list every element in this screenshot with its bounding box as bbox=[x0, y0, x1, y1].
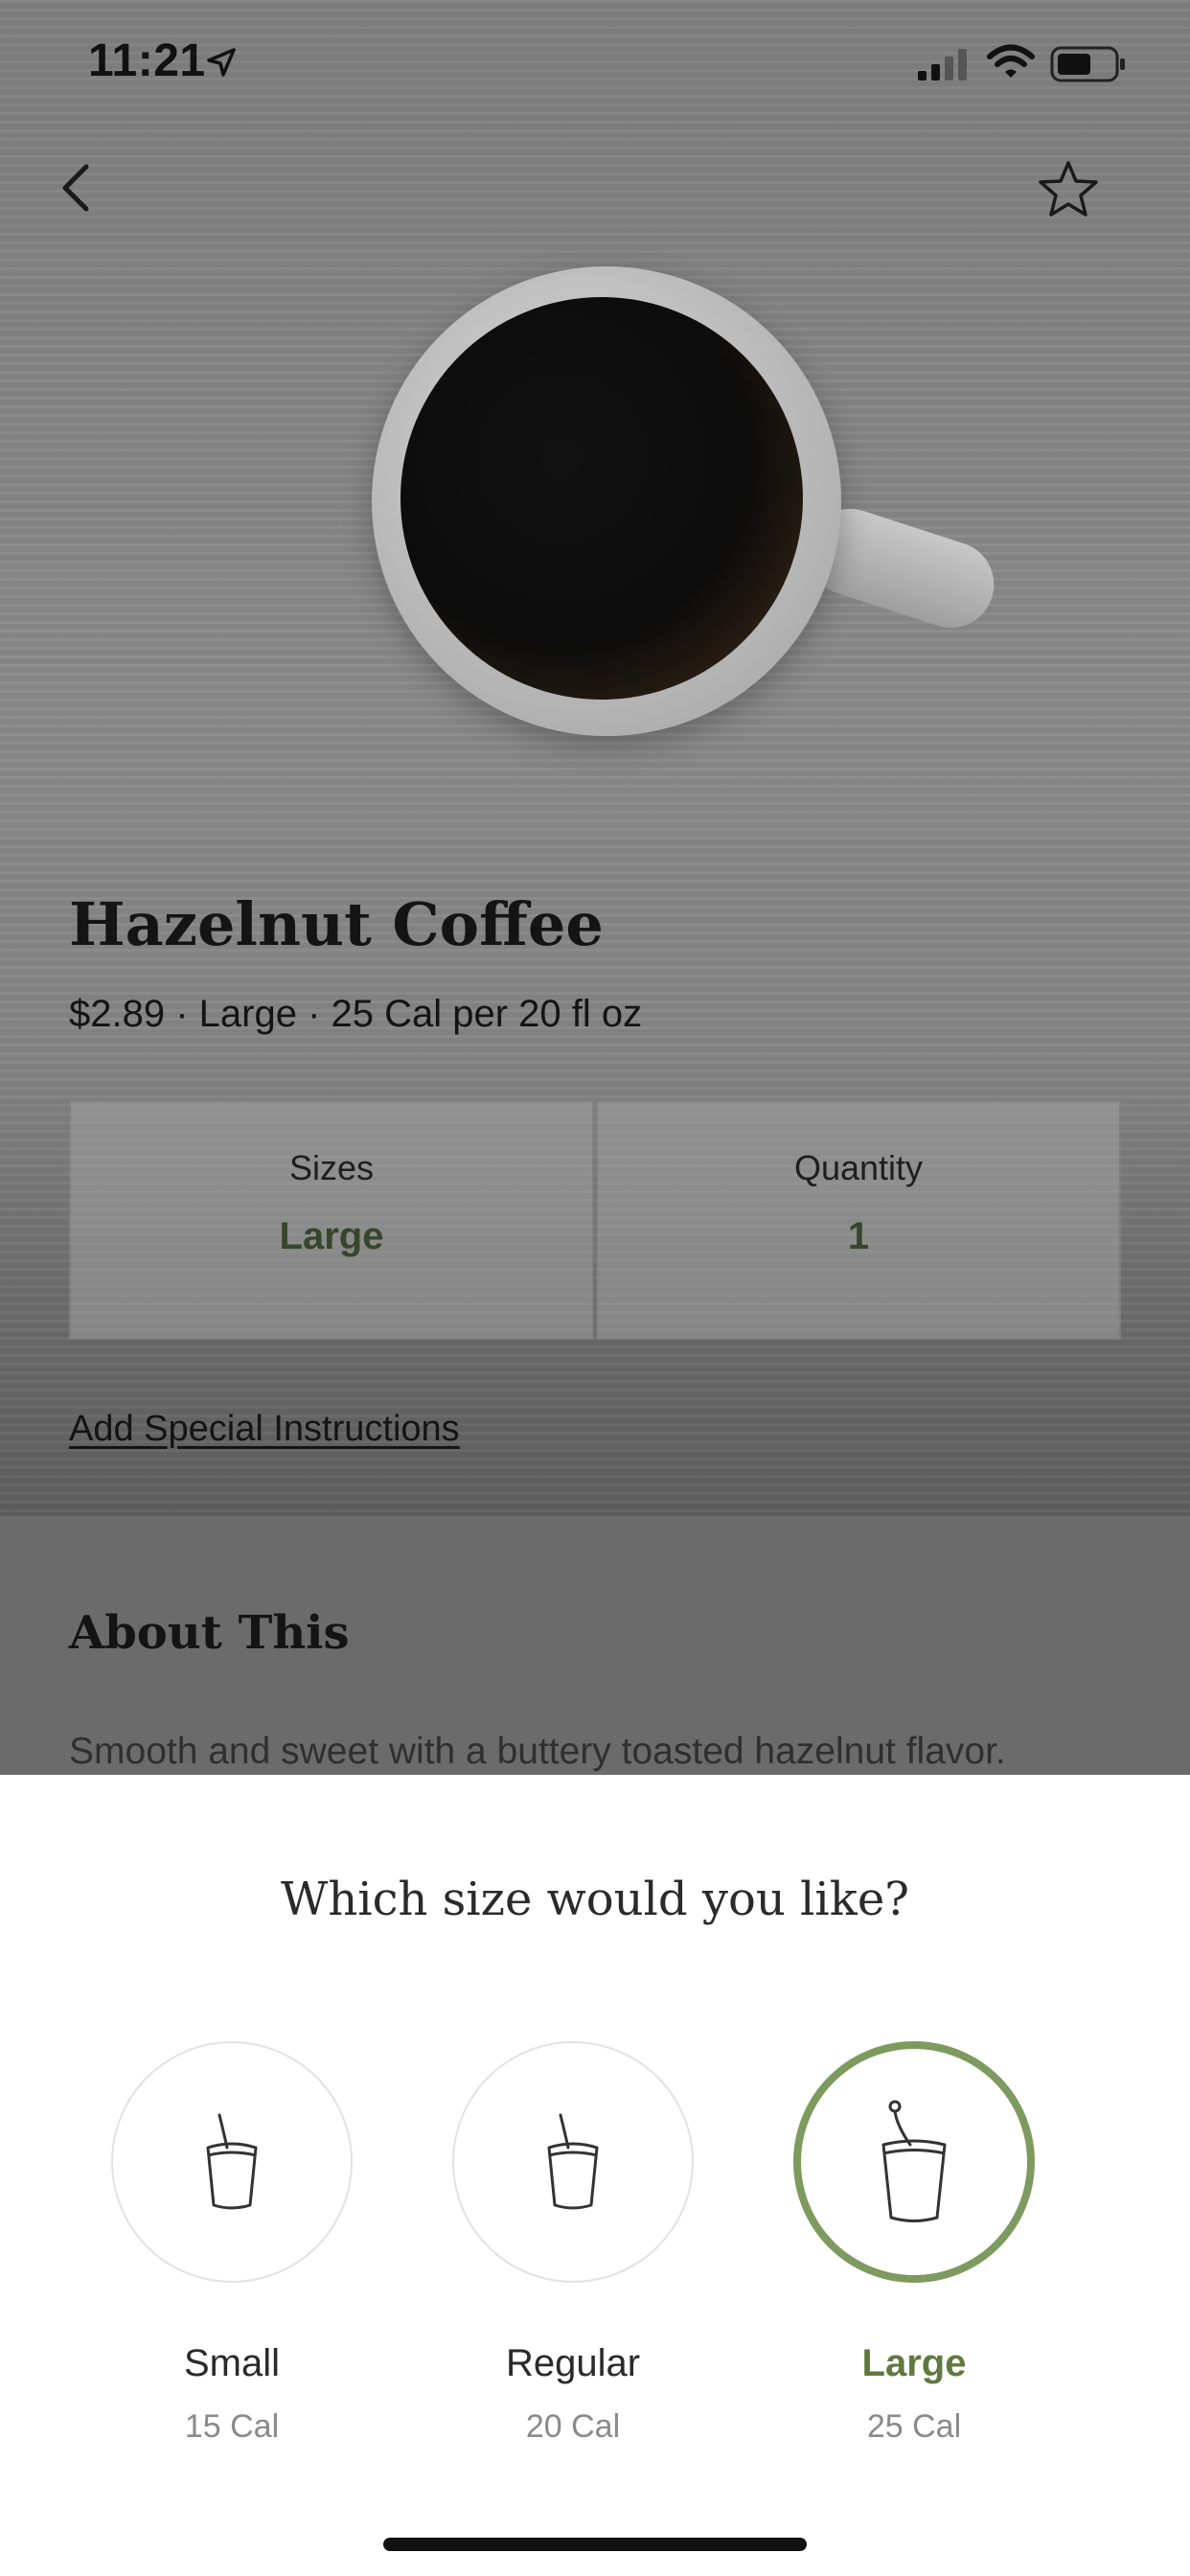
sizes-label: Sizes bbox=[288, 1148, 375, 1187]
size-circle-regular[interactable] bbox=[452, 2041, 694, 2283]
size-option-large[interactable]: Large 25 Cal bbox=[790, 2041, 1039, 2446]
sizes-selector[interactable]: Sizes Large bbox=[69, 1100, 594, 1340]
home-indicator bbox=[383, 2538, 807, 2551]
product-title: Hazelnut Coffee bbox=[69, 889, 604, 959]
battery-icon bbox=[1050, 46, 1125, 82]
about-description: Smooth and sweet with a buttery toasted … bbox=[69, 1731, 1006, 1772]
size-name-large: Large bbox=[861, 2342, 967, 2384]
size-name-small: Small bbox=[183, 2342, 281, 2384]
signal-icon bbox=[918, 49, 967, 80]
cup-icon bbox=[881, 2100, 947, 2222]
wifi-icon bbox=[987, 44, 1035, 78]
size-calories-small: 15 Cal bbox=[184, 2408, 280, 2445]
size-selection-sheet: Which size would you like? Small 15 Cal … bbox=[0, 1775, 1190, 2576]
size-option-regular[interactable]: Regular 20 Cal bbox=[448, 2041, 698, 2446]
cup-icon bbox=[206, 2113, 258, 2210]
status-bar: 11:21 bbox=[0, 0, 1190, 126]
cup-icon bbox=[547, 2113, 599, 2210]
back-icon[interactable] bbox=[50, 159, 103, 217]
status-time: 11:21 bbox=[88, 35, 206, 86]
about-title: About This bbox=[69, 1606, 350, 1660]
size-option-small[interactable]: Small 15 Cal bbox=[107, 2041, 356, 2446]
quantity-selector[interactable]: Quantity 1 bbox=[596, 1100, 1121, 1340]
quantity-value: 1 bbox=[847, 1215, 870, 1257]
product-subtitle: $2.89 · Large · 25 Cal per 20 fl oz bbox=[69, 993, 643, 1035]
sizes-value: Large bbox=[279, 1215, 384, 1257]
size-calories-regular: 20 Cal bbox=[525, 2408, 621, 2445]
location-arrow-icon bbox=[207, 48, 236, 77]
size-circle-small[interactable] bbox=[111, 2041, 353, 2283]
star-icon[interactable] bbox=[1037, 159, 1100, 218]
size-circle-large[interactable] bbox=[793, 2041, 1035, 2283]
size-name-regular: Regular bbox=[505, 2342, 641, 2384]
size-calories-large: 25 Cal bbox=[866, 2408, 962, 2445]
quantity-label: Quantity bbox=[793, 1148, 924, 1187]
add-special-instructions-link[interactable]: Add Special Instructions bbox=[69, 1409, 460, 1450]
coffee-liquid bbox=[400, 297, 803, 700]
size-sheet-title: Which size would you like? bbox=[281, 1873, 909, 1926]
